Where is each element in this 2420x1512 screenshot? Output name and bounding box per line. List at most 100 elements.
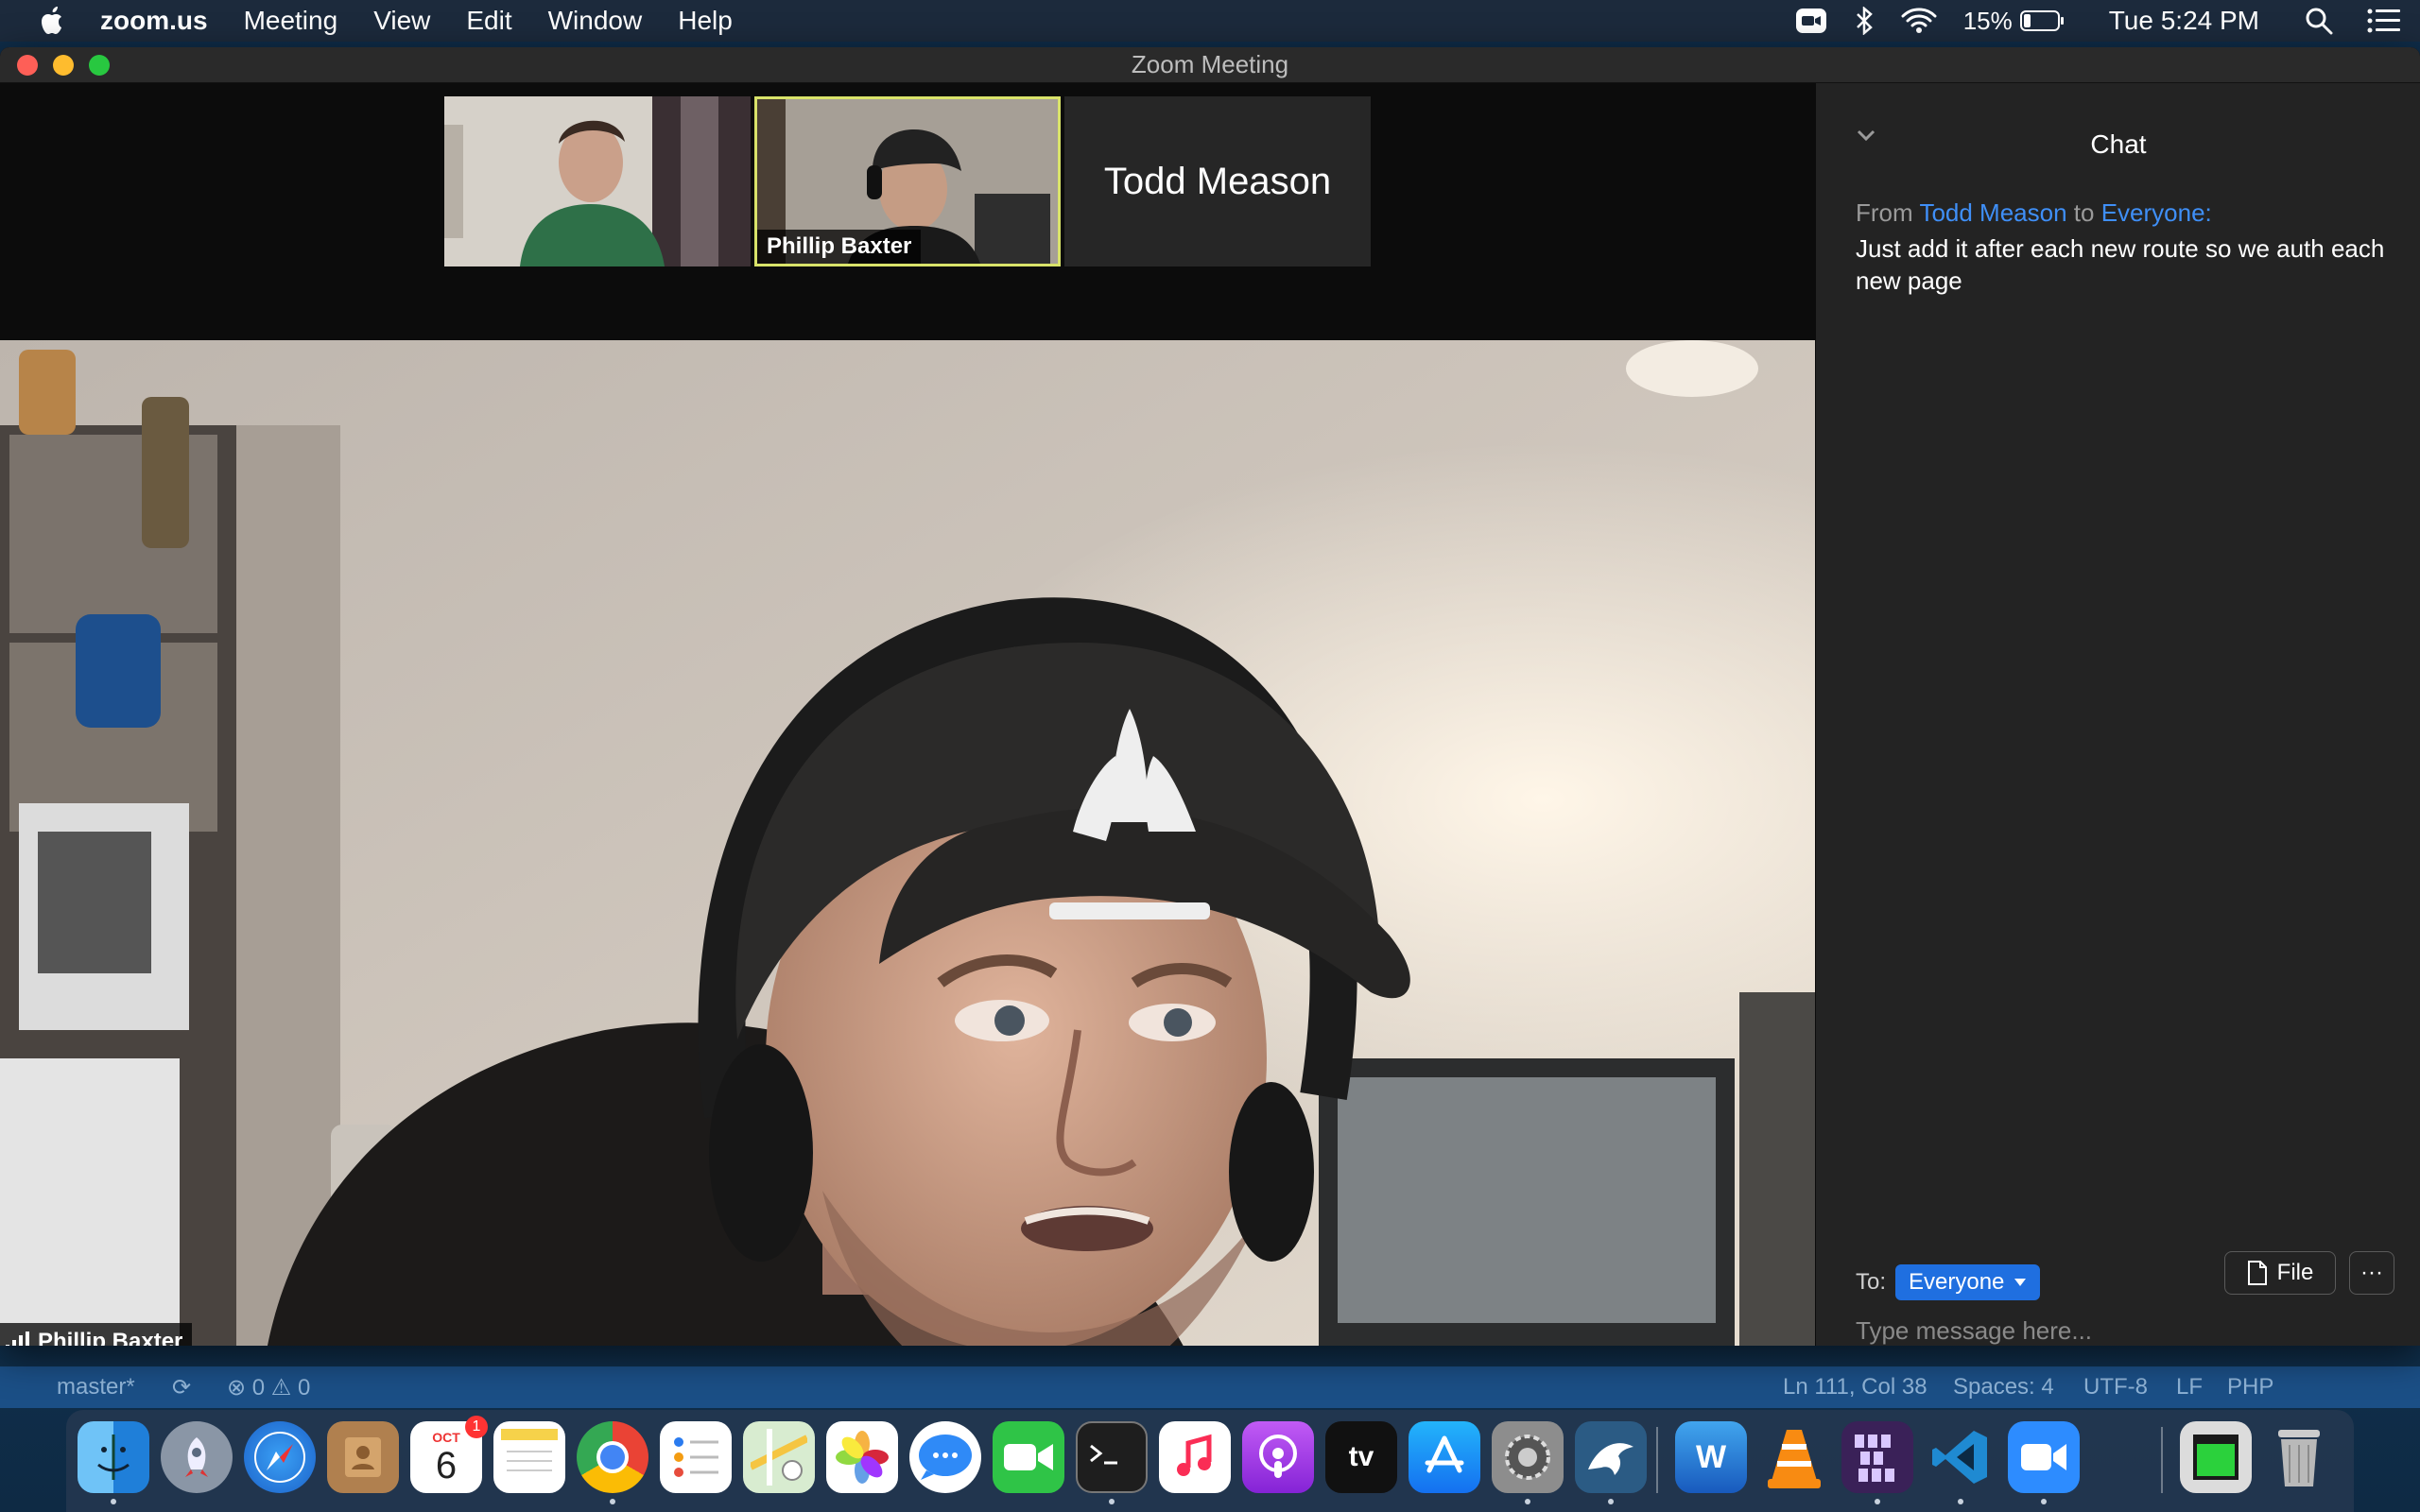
- trash-icon[interactable]: [2263, 1421, 2335, 1493]
- video-area: Phillip Baxter Todd Meason Phillip Baxte…: [0, 83, 1815, 1346]
- git-branch[interactable]: master*: [57, 1374, 135, 1400]
- dgs-running-indicator: [1875, 1499, 1880, 1504]
- file-icon: [2247, 1261, 2267, 1285]
- active-speaker-name: Phillip Baxter: [38, 1329, 183, 1346]
- safari-icon[interactable]: [244, 1421, 316, 1493]
- window-titlebar[interactable]: Zoom Meeting: [0, 47, 2420, 83]
- notes-icon[interactable]: [493, 1421, 565, 1493]
- dock-separator: [1656, 1427, 1658, 1493]
- close-window-button[interactable]: [17, 55, 38, 76]
- recipient-select-value: Everyone: [1909, 1269, 2005, 1295]
- battery-icon[interactable]: [2019, 9, 2066, 32]
- file-button-label: File: [2276, 1260, 2314, 1285]
- vscode-running-indicator: [1958, 1499, 1963, 1504]
- minimize-window-button[interactable]: [53, 55, 74, 76]
- contacts-icon[interactable]: [327, 1421, 399, 1493]
- message-recipient[interactable]: Everyone:: [2101, 198, 2212, 227]
- terminal-running-indicator: [1109, 1499, 1115, 1504]
- photos-icon[interactable]: [826, 1421, 898, 1493]
- menu-bar: zoom.us Meeting View Edit Window Help 15…: [0, 0, 2420, 42]
- menu-help[interactable]: Help: [678, 6, 733, 36]
- vscode-icon[interactable]: [1925, 1421, 1996, 1493]
- from-label: From: [1856, 198, 1913, 227]
- vlc-icon[interactable]: [1758, 1421, 1830, 1493]
- terminal-icon[interactable]: [1076, 1421, 1148, 1493]
- menu-view[interactable]: View: [373, 6, 430, 36]
- zoom-status-icon[interactable]: [1795, 8, 1827, 34]
- system-preferences-running-indicator: [1525, 1499, 1530, 1504]
- apple-tv-icon[interactable]: tv: [1325, 1421, 1397, 1493]
- recipient-row: To: Everyone: [1856, 1264, 2041, 1300]
- participant-thumbnail-active-speaker[interactable]: Phillip Baxter: [754, 96, 1061, 266]
- battery-percent: 15%: [1962, 6, 2013, 35]
- participant-thumbnail[interactable]: [444, 96, 751, 266]
- mysql-workbench-icon[interactable]: [1575, 1421, 1647, 1493]
- recipient-select[interactable]: Everyone: [1895, 1264, 2041, 1300]
- facetime-icon[interactable]: [993, 1421, 1064, 1493]
- chat-message-input[interactable]: [1856, 1315, 2385, 1346]
- finder-icon[interactable]: [78, 1421, 149, 1493]
- zoom-running-indicator: [2041, 1499, 2047, 1504]
- chat-message-header: From Todd Meason to Everyone:: [1856, 198, 2212, 228]
- connection-signal-icon: [6, 1332, 29, 1346]
- participant-name: Todd Meason: [1103, 160, 1332, 202]
- caret-down-icon: [2014, 1279, 2027, 1286]
- menu-meeting[interactable]: Meeting: [244, 6, 338, 36]
- zoom-window: Zoom Meeting Phillip Baxter Todd Meason …: [0, 47, 2420, 1346]
- sync-icon[interactable]: ⟳: [172, 1374, 191, 1401]
- window-controls: [17, 55, 110, 76]
- notification-center-icon[interactable]: [2367, 9, 2401, 33]
- chat-panel: Chat From Todd Meason to Everyone: Just …: [1815, 83, 2420, 1346]
- file-button[interactable]: File: [2224, 1251, 2336, 1295]
- calendar-day: 6: [435, 1445, 458, 1486]
- cursor-position[interactable]: Ln 111, Col 38: [1783, 1374, 1927, 1400]
- fullscreen-window-button[interactable]: [89, 55, 110, 76]
- to-label-inline: to: [2073, 198, 2095, 227]
- window-title: Zoom Meeting: [1131, 50, 1289, 78]
- zoom-icon[interactable]: [2008, 1421, 2080, 1493]
- chrome-icon[interactable]: [577, 1421, 648, 1493]
- wifi-icon[interactable]: [1901, 8, 1937, 34]
- calendar-badge: 1: [465, 1416, 488, 1438]
- editor-status-bar: master* ⟳ ⊗ 0 ⚠ 0 Ln 111, Col 38 Spaces:…: [0, 1366, 2420, 1408]
- end-of-line[interactable]: LF: [2176, 1374, 2203, 1400]
- problems-count[interactable]: ⊗ 0 ⚠ 0: [227, 1374, 310, 1401]
- podcasts-icon[interactable]: [1242, 1421, 1314, 1493]
- menu-window[interactable]: Window: [548, 6, 643, 36]
- to-label: To:: [1856, 1269, 1887, 1295]
- tv-label: tv: [1348, 1441, 1374, 1472]
- participant-thumbnail-no-video[interactable]: Todd Meason: [1064, 96, 1371, 266]
- more-options-button[interactable]: ···: [2349, 1251, 2394, 1295]
- word-letter: W: [1695, 1438, 1727, 1475]
- system-preferences-icon[interactable]: [1492, 1421, 1564, 1493]
- calendar-month: OCT: [432, 1430, 460, 1445]
- launchpad-icon[interactable]: [161, 1421, 233, 1493]
- chrome-running-indicator: [610, 1499, 615, 1504]
- dock: OCT 6 1 tv W: [66, 1410, 2354, 1512]
- chat-title: Chat: [2090, 129, 2147, 159]
- spotlight-icon[interactable]: [2305, 7, 2333, 35]
- file-encoding[interactable]: UTF-8: [2083, 1374, 2148, 1400]
- menu-app-name[interactable]: zoom.us: [100, 6, 208, 36]
- activity-monitor-icon[interactable]: [2180, 1421, 2252, 1493]
- chat-message-text: Just add it after each new route so we a…: [1856, 234, 2385, 295]
- finder-running-indicator: [111, 1499, 116, 1504]
- message-sender[interactable]: Todd Meason: [1919, 198, 2066, 227]
- dgs-app-icon[interactable]: [1841, 1421, 1913, 1493]
- participant-thumbnails: Phillip Baxter Todd Meason: [444, 96, 1371, 268]
- app-store-icon[interactable]: [1409, 1421, 1480, 1493]
- indentation[interactable]: Spaces: 4: [1953, 1374, 2054, 1400]
- active-speaker-video[interactable]: Phillip Baxter: [0, 340, 1815, 1346]
- mysql-running-indicator: [1608, 1499, 1614, 1504]
- music-icon[interactable]: [1159, 1421, 1231, 1493]
- menu-edit[interactable]: Edit: [466, 6, 511, 36]
- menu-clock[interactable]: Tue 5:24 PM: [2109, 6, 2259, 36]
- bluetooth-icon[interactable]: [1854, 7, 1875, 35]
- messages-icon[interactable]: [909, 1421, 981, 1493]
- apple-icon[interactable]: [34, 2, 72, 40]
- reminders-icon[interactable]: [660, 1421, 732, 1493]
- dock-separator-2: [2161, 1427, 2163, 1493]
- word-icon[interactable]: W: [1675, 1421, 1747, 1493]
- maps-icon[interactable]: [743, 1421, 815, 1493]
- language-mode[interactable]: PHP: [2227, 1374, 2273, 1400]
